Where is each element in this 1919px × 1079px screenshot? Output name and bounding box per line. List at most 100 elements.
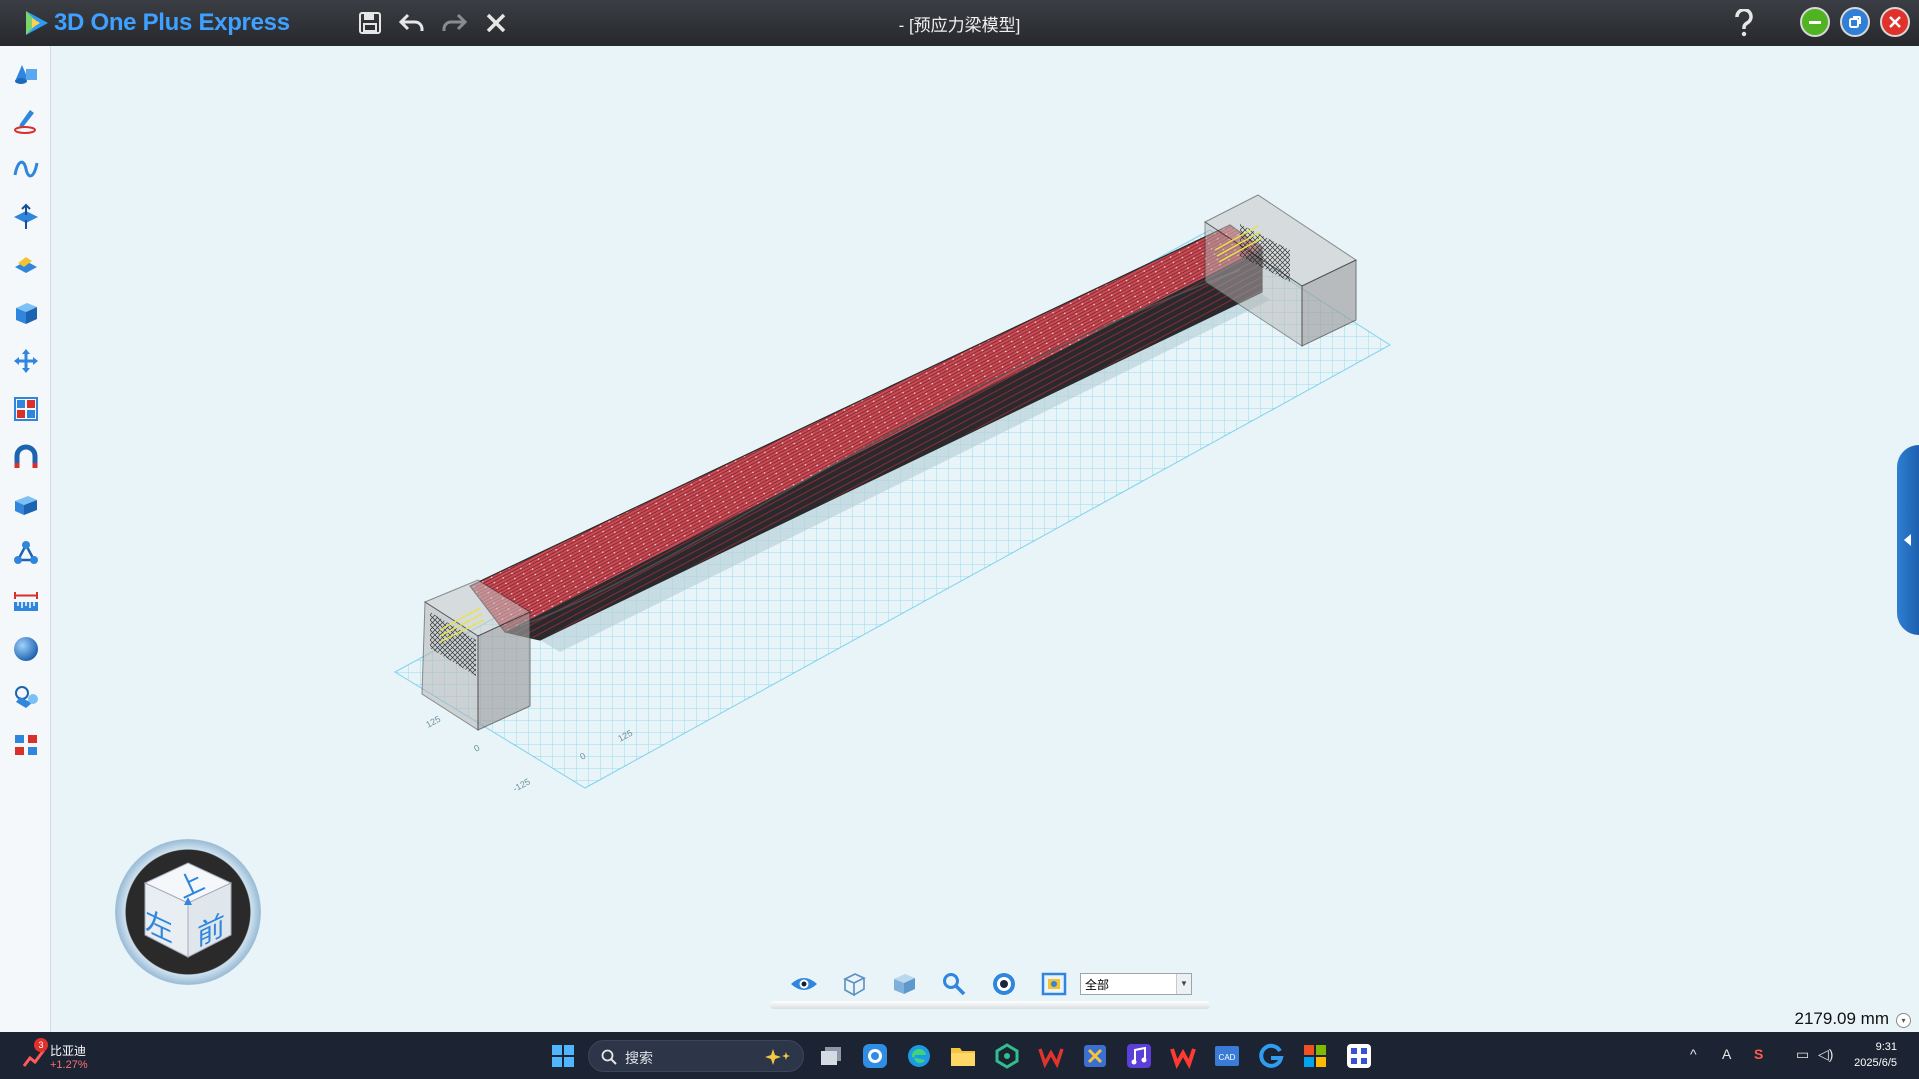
- close-window-button[interactable]: [1880, 7, 1910, 37]
- tool-adsorb[interactable]: [9, 440, 43, 474]
- input-language[interactable]: A: [1722, 1046, 1731, 1062]
- zoom-button[interactable]: [938, 969, 970, 999]
- taskbar-search[interactable]: 搜索: [588, 1040, 804, 1072]
- edge-browser-icon: [908, 1045, 930, 1067]
- taskbar-app-blue-tool[interactable]: [1080, 1041, 1110, 1071]
- redo-button[interactable]: [438, 7, 470, 39]
- taskbar-app-explorer[interactable]: [948, 1041, 978, 1071]
- tool-primitive-shapes[interactable]: [9, 56, 43, 90]
- app-name: 3D One Plus Express: [54, 9, 290, 36]
- tray-overflow-icon[interactable]: ^: [1690, 1046, 1697, 1062]
- restore-icon: [1849, 16, 1861, 28]
- task-view-button[interactable]: [816, 1041, 846, 1071]
- screenshot-button[interactable]: [1038, 969, 1070, 999]
- special-feature-icon: [15, 257, 37, 273]
- search-placeholder: 搜索: [625, 1050, 653, 1066]
- wps-red-icon: [1170, 1048, 1196, 1069]
- taskbar-app-store[interactable]: [1300, 1041, 1330, 1071]
- clock-date: 2025/6/5: [1854, 1057, 1897, 1069]
- pattern-icon: [14, 397, 38, 421]
- render-sphere-icon: [14, 637, 38, 661]
- tool-plugin[interactable]: [9, 728, 43, 762]
- stock-name: 比亚迪: [50, 1044, 87, 1058]
- tool-library[interactable]: [9, 680, 43, 714]
- visibility-button[interactable]: [788, 969, 820, 999]
- taskbar-app-cad[interactable]: CAD: [1212, 1041, 1242, 1071]
- right-panel-toggle[interactable]: [1897, 445, 1919, 635]
- copilot-sparkle-icon: [765, 1049, 790, 1065]
- tool-curve[interactable]: [9, 152, 43, 186]
- solid-box-icon: [16, 303, 37, 324]
- save-button[interactable]: [354, 7, 386, 39]
- assembly-icon: [14, 541, 38, 564]
- volume-icon[interactable]: ◁): [1818, 1046, 1833, 1063]
- close-icon: [486, 13, 506, 33]
- taskbar-app-grid[interactable]: [1344, 1041, 1374, 1071]
- tool-feature[interactable]: [9, 200, 43, 234]
- 3d-viewport[interactable]: 125 0 0 125 -125 上 左 前: [51, 46, 1919, 1032]
- viewport-canvas[interactable]: 125 0 0 125 -125: [51, 46, 1919, 1032]
- sogou-ime-icon[interactable]: S: [1754, 1046, 1763, 1062]
- undo-button[interactable]: [396, 7, 428, 39]
- grid-label: 125: [424, 714, 442, 730]
- tool-solid[interactable]: [9, 296, 43, 330]
- restore-button[interactable]: [1840, 7, 1870, 37]
- chevron-down-icon[interactable]: ▼: [1176, 974, 1191, 994]
- plugin-icon: [15, 735, 37, 755]
- beam-model[interactable]: [421, 194, 1358, 731]
- tool-special-feature[interactable]: [9, 248, 43, 282]
- left-end-block[interactable]: [421, 579, 532, 731]
- orbit-view-button[interactable]: [988, 969, 1020, 999]
- curve-icon: [13, 160, 39, 178]
- library-icon: [15, 686, 38, 708]
- minimize-button[interactable]: [1800, 7, 1830, 37]
- tool-measure[interactable]: [9, 584, 43, 618]
- start-button[interactable]: [548, 1041, 578, 1071]
- taskbar-app-green[interactable]: [992, 1041, 1022, 1071]
- tool-assembly[interactable]: [9, 536, 43, 570]
- sketch-pen-icon: [14, 110, 36, 134]
- taskbar-app-edge[interactable]: [904, 1041, 934, 1071]
- tool-pattern[interactable]: [9, 392, 43, 426]
- taskbar-app-wps-2[interactable]: [1168, 1041, 1198, 1071]
- help-button[interactable]: [1728, 7, 1760, 39]
- chevron-left-icon: [1904, 534, 1911, 546]
- g-app-icon: [1259, 1043, 1284, 1068]
- move-icon: [14, 349, 38, 373]
- zoom-search-icon: [943, 973, 966, 996]
- wireframe-cube-icon: [843, 973, 866, 997]
- tool-combine[interactable]: [9, 488, 43, 522]
- taskbar-clock[interactable]: 9:31 2025/6/5: [1854, 1039, 1897, 1071]
- shaded-view-button[interactable]: [888, 969, 920, 999]
- close-document-button[interactable]: [480, 7, 512, 39]
- taskbar-app-3done[interactable]: [860, 1041, 890, 1071]
- left-toolbar: [0, 46, 51, 1032]
- measure-readout: 2179.09 mm: [1794, 1009, 1890, 1028]
- filter-select-value: 全部: [1085, 978, 1110, 992]
- shaded-cube-icon: [894, 974, 915, 994]
- stock-widget[interactable]: 3 比亚迪 +1.27%: [22, 1038, 112, 1074]
- grid-label: -125: [511, 776, 532, 793]
- tool-sketch[interactable]: [9, 104, 43, 138]
- svg-text:CAD: CAD: [1219, 1053, 1236, 1062]
- toolbar-shelf: [770, 1001, 1210, 1009]
- magnet-adsorb-icon: [14, 444, 38, 468]
- tool-render[interactable]: [9, 632, 43, 666]
- measure-dropdown-icon[interactable]: ▾: [1896, 1013, 1911, 1028]
- tool-move[interactable]: [9, 344, 43, 378]
- taskbar-app-wps[interactable]: [1036, 1041, 1066, 1071]
- taskbar: 3 比亚迪 +1.27% 搜索 CAD ^ A S ▭ ◁) 9:31 2025…: [0, 1032, 1919, 1079]
- feature-icon: [14, 203, 38, 229]
- taskbar-app-music[interactable]: [1124, 1041, 1154, 1071]
- screenshot-frame-icon: [1041, 972, 1067, 996]
- filter-select[interactable]: 全部 ▼: [1080, 973, 1192, 995]
- 3d-one-app-icon: [863, 1044, 887, 1068]
- taskbar-app-g[interactable]: [1256, 1041, 1286, 1071]
- store-icon: [1304, 1045, 1326, 1067]
- folder-icon: [951, 1048, 975, 1066]
- blue-tool-icon: [1084, 1045, 1106, 1067]
- grid-app-icon: [1347, 1044, 1371, 1068]
- network-icon[interactable]: ▭: [1796, 1046, 1809, 1063]
- view-cube[interactable]: 上 左 前: [115, 839, 261, 985]
- wireframe-view-button[interactable]: [838, 969, 870, 999]
